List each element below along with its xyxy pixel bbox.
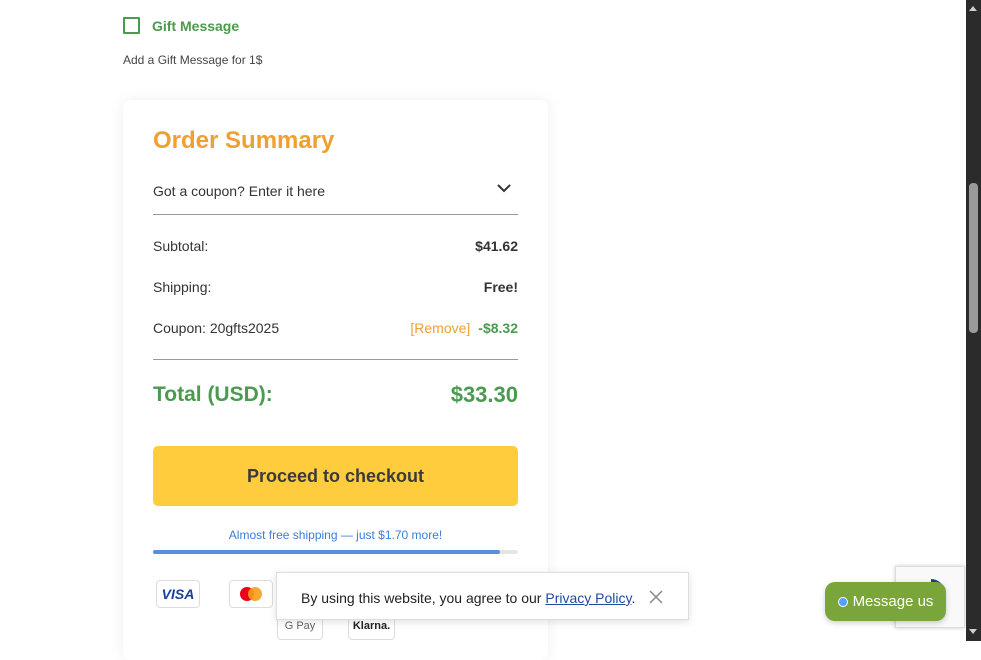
cookie-text-after: . [631,590,636,606]
gift-message-label[interactable]: Gift Message [152,18,239,34]
proceed-to-checkout-button[interactable]: Proceed to checkout [153,446,518,506]
privacy-policy-link[interactable]: Privacy Policy [545,590,631,606]
message-us-label[interactable]: Message us [853,593,934,610]
subtotal-label: Subtotal: [153,238,209,254]
coupon-prompt[interactable]: Got a coupon? Enter it here [153,183,325,199]
gift-message-note: Add a Gift Message for 1$ [123,53,263,67]
gift-message-checkbox[interactable] [123,17,140,34]
scroll-up-arrow-icon[interactable] [969,6,977,11]
coupon-label: Coupon: 20gfts2025 [153,320,280,336]
chat-status-icon [837,596,848,607]
message-us-button[interactable]: Message us [825,582,946,621]
visa-icon: VISA [156,580,200,608]
coupon-toggle[interactable]: Got a coupon? Enter it here [153,180,518,215]
total-label: Total (USD): [153,383,273,406]
scroll-down-arrow-icon[interactable] [969,629,977,634]
chevron-down-icon[interactable] [496,182,512,194]
coupon-discount: -$8.32 [478,320,518,336]
close-icon[interactable] [649,590,663,604]
cookie-notice: By using this website, you agree to our … [276,572,689,620]
progress-fill [153,550,500,554]
cookie-notice-text: By using this website, you agree to our … [301,590,635,606]
shipping-label: Shipping: [153,279,212,295]
divider [153,359,518,360]
total-value: $33.30 [450,382,518,407]
mastercard-icon [229,580,273,608]
page-scrollbar[interactable] [966,0,981,641]
order-summary-title: Order Summary [153,127,335,154]
cookie-text-before: By using this website, you agree to our [301,590,546,606]
free-shipping-message: Almost free shipping — just $1.70 more! [228,528,443,542]
shipping-value: Free! [483,279,518,295]
total-row: Total (USD): $33.30 [153,382,518,413]
coupon-value: [Remove] -$8.32 [410,320,518,336]
subtotal-value: $41.62 [475,238,518,254]
free-shipping-progress-bar [153,550,518,554]
gift-message-row[interactable]: Gift Message [123,17,239,34]
remove-coupon-link[interactable]: [Remove] [410,320,470,336]
scrollbar-thumb[interactable] [969,183,978,333]
